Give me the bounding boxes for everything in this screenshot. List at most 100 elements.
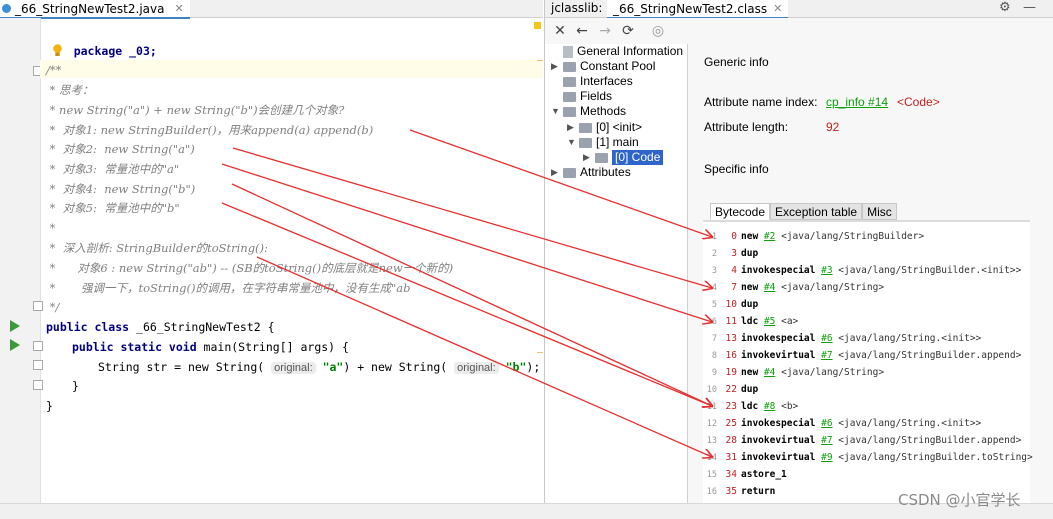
fold-icon[interactable] [33,360,43,370]
close-icon[interactable]: ✕ [174,2,183,15]
minimize-icon[interactable]: — [1023,0,1036,15]
file-icon [563,45,573,58]
tree-item-init[interactable]: ▶ [0] <init> [567,120,642,135]
code-line: package _03; [46,21,157,58]
chevron-right-icon[interactable]: ▶ [551,165,559,180]
package-statement: package _03; [73,44,157,58]
class-structure-tree: General Information ▶ Constant Pool Inter… [545,44,688,503]
web-icon[interactable]: ◎ [648,21,668,41]
close-icon[interactable]: ✕ [773,2,782,15]
bytecode-cp-ref-link[interactable]: #9 [821,452,832,463]
bytecode-comment: <a> [781,316,799,327]
chevron-right-icon[interactable]: ▶ [583,150,591,165]
bytecode-cp-ref-link[interactable]: #4 [764,282,775,293]
folder-icon [563,61,576,72]
attribute-name-index-label: Attribute name index: [704,95,818,109]
bytecode-cp-ref-link[interactable]: #8 [764,401,775,412]
fold-icon[interactable] [33,301,43,311]
string-literal: "a" [322,360,344,374]
comment-line: * 对象1: new StringBuilder()，用来append(a) a… [46,123,374,137]
close-icon[interactable]: ✕ [550,21,570,41]
folder-icon [579,122,592,133]
bytecode-line-number: 12 [706,419,717,429]
specific-info-heading: Specific info [704,162,769,176]
chevron-down-icon[interactable]: ▼ [567,135,576,150]
tab-bytecode[interactable]: Bytecode [710,203,771,220]
tab-misc[interactable]: Misc [862,203,897,220]
comment-line: * 对象2: new String("a") [46,142,195,156]
bytecode-opcode: new [741,231,759,242]
bytecode-line-number: 1 [711,232,717,242]
tree-label: [0] <init> [596,120,643,134]
tree-item-code[interactable]: ▶ [0] Code [583,150,664,165]
comment-line: */ [46,300,60,314]
tree-item-constant-pool[interactable]: ▶ Constant Pool [551,59,655,74]
bytecode-opcode: dup [741,299,759,310]
bytecode-row: 11 23 ldc #8 <b> [703,398,799,415]
bytecode-row: 3 4 invokespecial #3 <java/lang/StringBuil… [703,262,1021,279]
bytecode-opcode: dup [741,384,759,395]
bytecode-offset: 28 [725,435,737,446]
forward-arrow-icon[interactable]: → [595,21,615,41]
bytecode-comment: <java/lang/StringBuilder.append> [838,435,1022,446]
closing-brace: } [46,399,53,413]
tree-label: Attributes [580,165,631,179]
tree-item-attributes[interactable]: ▶ Attributes [551,165,631,180]
tree-label: Interfaces [580,74,633,88]
attribute-length-value: 92 [826,120,840,134]
cp-info-link[interactable]: cp_info #14 [826,95,888,109]
inspection-marker[interactable] [534,22,541,29]
refresh-icon[interactable]: ⟳ [618,21,638,41]
bytecode-offset: 25 [725,418,737,429]
chevron-down-icon[interactable]: ▼ [551,104,560,119]
comment-line: * 对象3: 常量池中的"a" [46,162,180,176]
main-method-declaration: public static void main(String[] args) { [72,337,349,357]
bytecode-opcode: return [741,486,776,497]
bytecode-row: 10 22 dup [703,381,758,398]
tree-item-fields[interactable]: Fields [551,89,612,104]
bytecode-cp-ref-link[interactable]: #6 [821,333,832,344]
folder-icon [563,76,576,87]
bytecode-cp-ref-link[interactable]: #7 [821,350,832,361]
bytecode-cp-ref-link[interactable]: #5 [764,316,775,327]
editor-tab-bar: _66_StringNewTest2.java ✕ [0,0,543,19]
error-stripe [537,60,543,61]
comment-line: * 思考： [46,83,94,97]
editor-gutter [0,18,43,503]
bytecode-cp-ref-link[interactable]: #6 [821,418,832,429]
run-class-icon[interactable] [10,320,20,332]
tree-label: General Information [577,44,684,58]
editor-tab[interactable]: _66_StringNewTest2.java ✕ [0,0,190,19]
comment-line: * 对象6 : new String("ab") -- (SB的toString… [46,261,454,275]
tree-item-methods[interactable]: ▼ Methods [551,104,626,119]
code-editor: _66_StringNewTest2.java ✕ package _03; /… [0,0,543,518]
bytecode-opcode: astore_1 [741,469,787,480]
bytecode-offset: 34 [725,469,737,480]
bytecode-offset: 0 [731,231,737,242]
bytecode-cp-ref-link[interactable]: #4 [764,367,775,378]
bytecode-cp-ref-link[interactable]: #3 [821,265,832,276]
folder-icon [563,106,576,117]
bytecode-cp-ref-link[interactable]: #7 [821,435,832,446]
tree-item-general-information[interactable]: General Information [551,44,683,59]
tree-item-interfaces[interactable]: Interfaces [551,74,633,89]
bytecode-line-number: 13 [706,436,717,446]
chevron-right-icon[interactable]: ▶ [567,120,575,135]
fold-icon[interactable] [33,380,43,390]
bytecode-line-number: 16 [706,487,717,497]
fold-icon[interactable] [33,341,43,351]
bytecode-cp-ref-link[interactable]: #2 [764,231,775,242]
run-main-icon[interactable] [10,339,20,351]
bytecode-opcode: ldc [741,316,759,327]
bytecode-offset: 3 [731,248,737,259]
comment-line: * [46,221,56,235]
tree-item-main[interactable]: ▼ [1] main [567,135,639,150]
tab-exception-table[interactable]: Exception table [770,203,863,220]
code-token: String str = new String( [98,360,265,374]
gear-icon[interactable]: ⚙ [999,0,1011,15]
back-arrow-icon[interactable]: ← [572,21,592,41]
code-token: ); [526,360,541,374]
bytecode-row: 9 19 new #4 <java/lang/String> [703,364,884,381]
chevron-right-icon[interactable]: ▶ [551,59,559,74]
class-file-tab[interactable]: _66_StringNewTest2.class ✕ [607,0,789,19]
